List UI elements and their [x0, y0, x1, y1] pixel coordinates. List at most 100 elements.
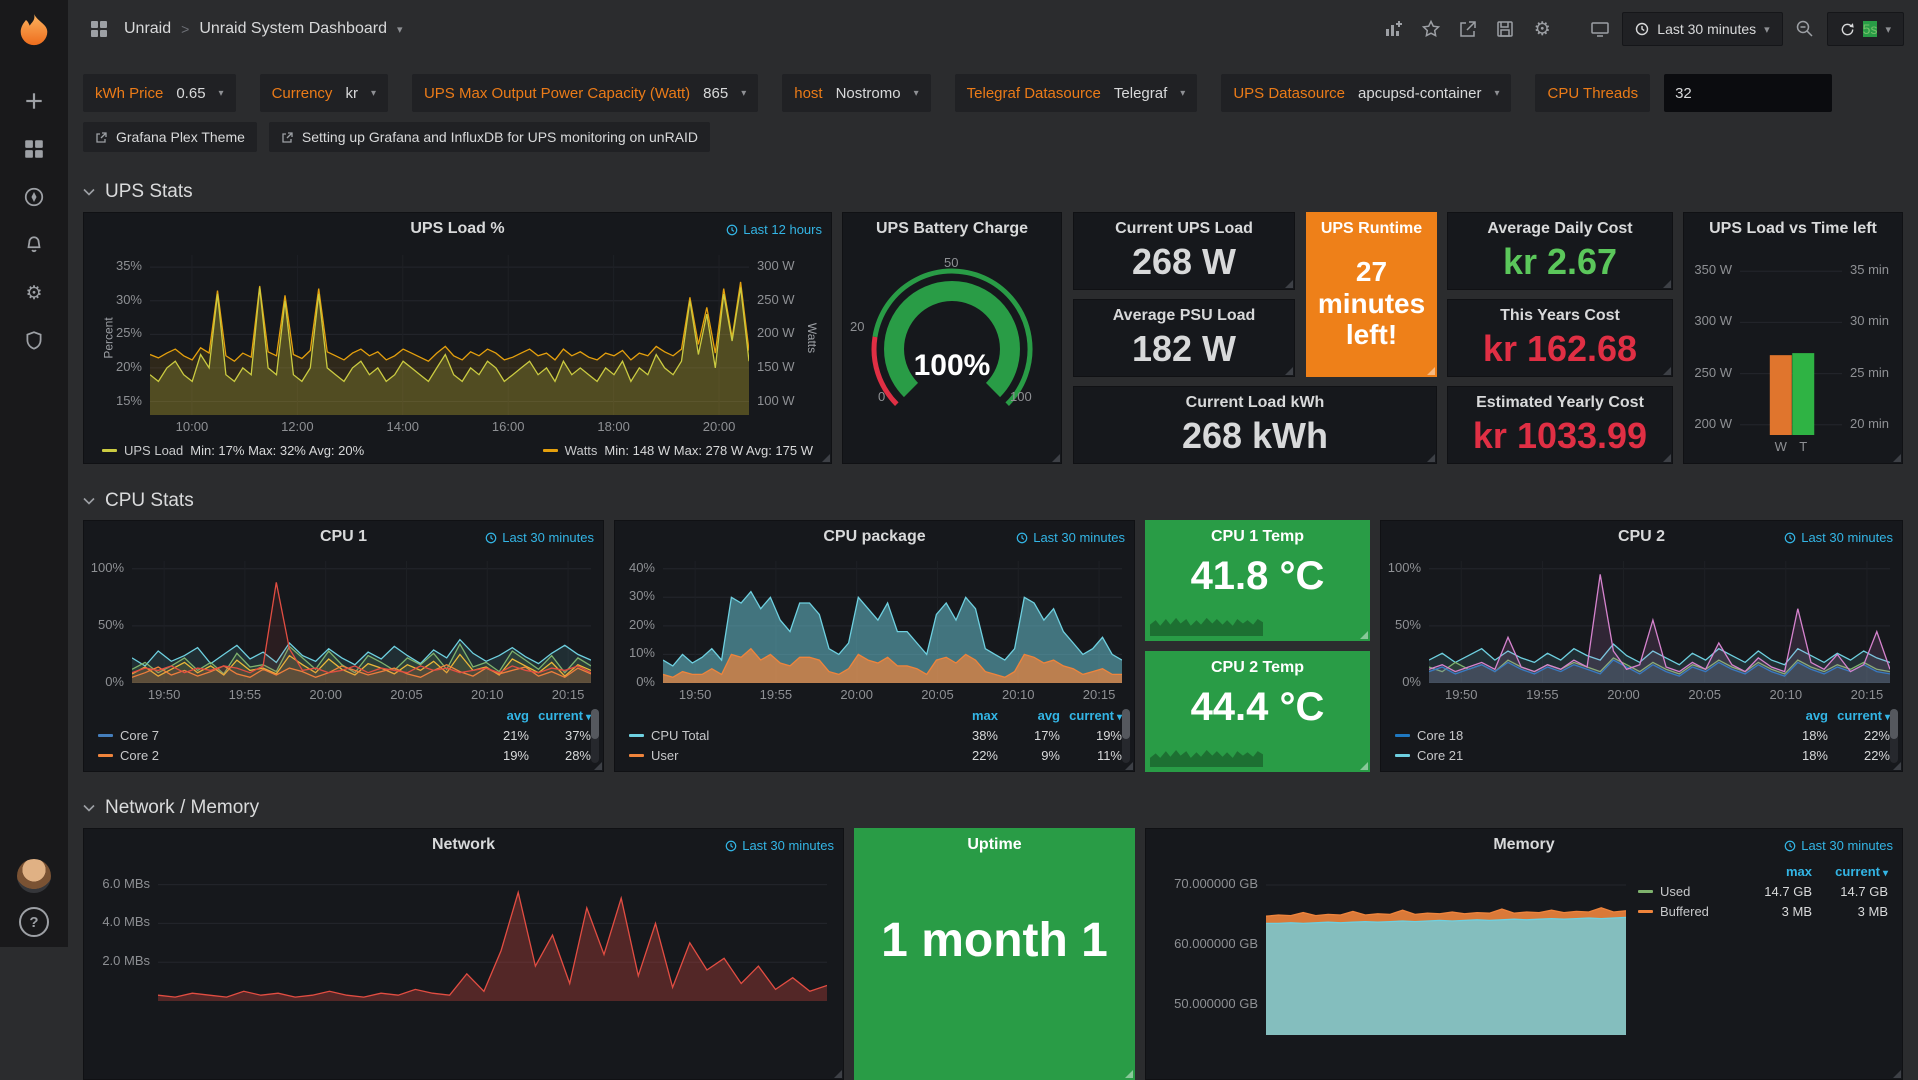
- legend-column-header[interactable]: current▾: [1828, 708, 1890, 723]
- legend-column-header[interactable]: max: [936, 708, 998, 723]
- create-plus-icon[interactable]: [0, 77, 68, 125]
- axis-tick-label: 0%: [84, 674, 124, 689]
- legend-series[interactable]: Used: [1638, 884, 1736, 899]
- breadcrumb: Unraid > Unraid System Dashboard ▾: [84, 14, 403, 44]
- panel-title[interactable]: Uptime: [855, 836, 1134, 854]
- chart-legend: avgcurrent▾Core 1818%22%Core 2118%22%: [1395, 705, 1890, 767]
- cpu1-chart[interactable]: 100%50%0%19:5019:5520:0020:0520:1020:15: [132, 557, 591, 683]
- variable-host[interactable]: host Nostromo ▾: [782, 74, 930, 112]
- axis-tick-label: 20:10: [990, 687, 1046, 702]
- scrollbar-thumb[interactable]: [1122, 709, 1130, 739]
- panel-title[interactable]: Average Daily Cost: [1448, 220, 1672, 238]
- dashboard-settings-button[interactable]: ⚙: [1527, 14, 1557, 44]
- legend-value: 37%: [529, 728, 591, 743]
- legend-series[interactable]: Core 18: [1395, 728, 1766, 743]
- legend-series[interactable]: Buffered: [1638, 904, 1736, 919]
- apps-grid-icon[interactable]: [84, 14, 114, 44]
- legend-series[interactable]: Core 21: [1395, 748, 1766, 763]
- chart-canvas: [150, 251, 749, 415]
- row-header-cpu-stats[interactable]: CPU Stats: [83, 490, 194, 512]
- row-header-network-memory[interactable]: Network / Memory: [83, 797, 259, 819]
- user-avatar[interactable]: [17, 859, 51, 893]
- panel-title[interactable]: CPU 1 Temp: [1146, 528, 1369, 546]
- panel-title[interactable]: Estimated Yearly Cost: [1448, 394, 1672, 412]
- time-range-picker[interactable]: Last 30 minutes ▾: [1622, 12, 1782, 46]
- configuration-gear-icon[interactable]: ⚙: [0, 269, 68, 317]
- link-ups-monitoring-guide[interactable]: Setting up Grafana and InfluxDB for UPS …: [269, 122, 710, 152]
- memory-chart[interactable]: 70.000000 GB60.000000 GB50.000000 GB: [1266, 867, 1626, 1035]
- legend-series[interactable]: Core 2: [98, 748, 467, 763]
- star-button[interactable]: [1416, 14, 1446, 44]
- ups-load-chart[interactable]: 35%30%25%20%15%300 W250 W200 W150 W100 W…: [150, 251, 749, 415]
- legend-scrollbar[interactable]: [591, 709, 599, 763]
- variable-ups-max-output[interactable]: UPS Max Output Power Capacity (Watt) 865…: [412, 74, 758, 112]
- add-panel-button[interactable]: [1379, 14, 1409, 44]
- legend-series[interactable]: CPU Total: [629, 728, 936, 743]
- axis-tick-label: 25 min: [1850, 365, 1904, 380]
- ups-bars-chart[interactable]: 350 W300 W250 W200 W35 min30 min25 min20…: [1740, 255, 1842, 435]
- legend-scrollbar[interactable]: [1122, 709, 1130, 763]
- share-button[interactable]: [1453, 14, 1483, 44]
- axis-tick-label: 2.0 MBs: [90, 953, 150, 968]
- panel-title[interactable]: CPU 2 Temp: [1146, 659, 1369, 677]
- variable-ups-datasource[interactable]: UPS Datasource apcupsd-container ▾: [1221, 74, 1511, 112]
- legend-series[interactable]: Watts Min: 148 W Max: 278 W Avg: 175 W: [543, 443, 813, 458]
- scrollbar-thumb[interactable]: [1890, 709, 1898, 739]
- panel-title[interactable]: UPS Load %: [84, 220, 831, 238]
- time-range-label: Last 30 minutes: [1801, 530, 1893, 545]
- axis-tick-label: 20:05: [909, 687, 965, 702]
- legend-column-header[interactable]: current▾: [1812, 864, 1888, 879]
- cycle-view-tv-button[interactable]: [1585, 14, 1615, 44]
- zoom-out-button[interactable]: [1790, 14, 1820, 44]
- cpu-threads-input[interactable]: [1664, 74, 1832, 112]
- row-header-ups-stats[interactable]: UPS Stats: [83, 181, 193, 203]
- legend-column-header[interactable]: avg: [998, 708, 1060, 723]
- cpu-package-chart[interactable]: 40%30%20%10%0%19:5019:5520:0020:0520:102…: [663, 557, 1122, 683]
- legend-scrollbar[interactable]: [1890, 709, 1898, 763]
- cpu2-chart[interactable]: 100%50%0%19:5019:5520:0020:0520:1020:15: [1429, 557, 1890, 683]
- legend-series[interactable]: UPS Load Min: 17% Max: 32% Avg: 20%: [102, 443, 364, 458]
- network-chart[interactable]: 6.0 MBs4.0 MBs2.0 MBs: [158, 867, 827, 1001]
- legend-value: 18%: [1766, 728, 1828, 743]
- panel-title[interactable]: Current Load kWh: [1074, 394, 1436, 412]
- panel-title[interactable]: UPS Runtime: [1307, 220, 1436, 238]
- variable-kwh-price[interactable]: kWh Price 0.65 ▾: [83, 74, 236, 112]
- alerting-bell-icon[interactable]: [0, 221, 68, 269]
- panel-average-daily-cost: Average Daily Cost kr 2.67: [1447, 212, 1673, 290]
- legend-column-header[interactable]: avg: [467, 708, 529, 723]
- link-grafana-plex-theme[interactable]: Grafana Plex Theme: [83, 122, 257, 152]
- variable-cpu-threads: CPU Threads: [1535, 74, 1832, 112]
- dashboard-title-caret-icon[interactable]: ▾: [397, 23, 403, 36]
- axis-tick-label: 10%: [615, 645, 655, 660]
- axis-tick-label: 30%: [615, 588, 655, 603]
- panel-title[interactable]: Current UPS Load: [1074, 220, 1294, 238]
- panel-title[interactable]: UPS Battery Charge: [843, 220, 1061, 238]
- panel-title[interactable]: UPS Load vs Time left: [1684, 220, 1902, 238]
- breadcrumb-dashboard-title[interactable]: Unraid System Dashboard: [199, 20, 387, 38]
- refresh-interval-label: 5s: [1863, 21, 1878, 37]
- scrollbar-thumb[interactable]: [591, 709, 599, 739]
- clock-icon: [726, 224, 738, 236]
- variable-telegraf-datasource[interactable]: Telegraf Datasource Telegraf ▾: [955, 74, 1198, 112]
- grafana-logo-icon[interactable]: [15, 12, 53, 55]
- legend-column-header[interactable]: max: [1736, 864, 1812, 879]
- help-icon[interactable]: ?: [19, 907, 49, 937]
- legend-column-header[interactable]: current▾: [1060, 708, 1122, 723]
- refresh-picker[interactable]: 5s ▾: [1827, 12, 1904, 46]
- breadcrumb-folder[interactable]: Unraid: [124, 20, 171, 38]
- panel-title[interactable]: This Years Cost: [1448, 307, 1672, 325]
- panel-uptime: Uptime 1 month 1: [854, 828, 1135, 1080]
- legend-series[interactable]: Core 7: [98, 728, 467, 743]
- panel-time-range: Last 30 minutes: [485, 530, 594, 545]
- explore-compass-icon[interactable]: [0, 173, 68, 221]
- panel-title[interactable]: Average PSU Load: [1074, 307, 1294, 325]
- server-admin-shield-icon[interactable]: [0, 317, 68, 365]
- legend-column-header[interactable]: current▾: [529, 708, 591, 723]
- legend-series[interactable]: User: [629, 748, 936, 763]
- save-button[interactable]: [1490, 14, 1520, 44]
- axis-tick-label: 4.0 MBs: [90, 914, 150, 929]
- dashboards-grid-icon[interactable]: [0, 125, 68, 173]
- legend-value: 22%: [936, 748, 998, 763]
- legend-column-header[interactable]: avg: [1766, 708, 1828, 723]
- variable-currency[interactable]: Currency kr ▾: [260, 74, 388, 112]
